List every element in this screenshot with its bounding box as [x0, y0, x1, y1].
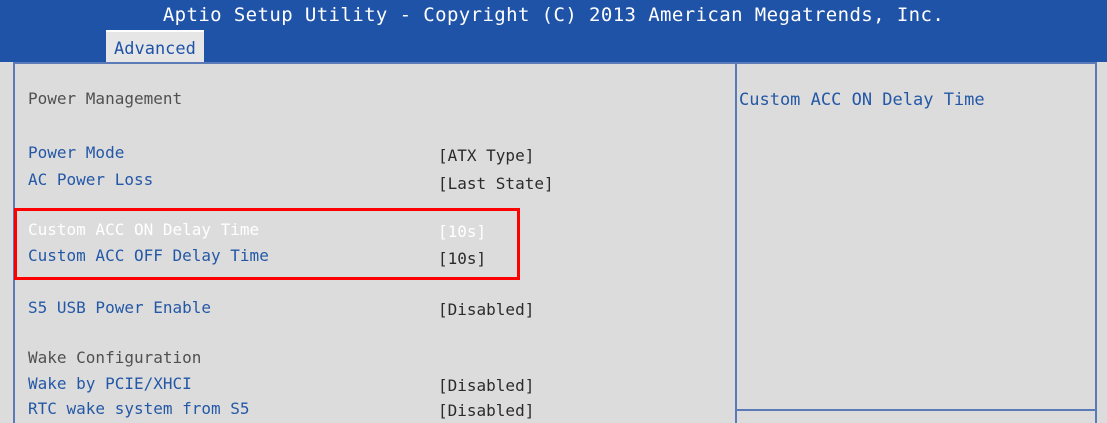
wake-pcie-label[interactable]: Wake by PCIE/XHCI [28, 374, 192, 393]
help-panel: Custom ACC ON Delay Time [735, 62, 1097, 423]
s5-usb-power-value[interactable]: [Disabled] [438, 300, 534, 319]
rtc-wake-label[interactable]: RTC wake system from S5 [28, 399, 250, 418]
wake-section-title: Wake Configuration [28, 348, 202, 367]
ac-power-loss-value[interactable]: [Last State] [438, 174, 554, 193]
header-bar: Aptio Setup Utility - Copyright (C) 2013… [0, 0, 1107, 62]
section-title: Power Management [28, 89, 183, 108]
tab-advanced[interactable]: Advanced [106, 30, 204, 62]
annotation-highlight-box [14, 208, 520, 280]
power-mode-value[interactable]: [ATX Type] [438, 146, 534, 165]
power-mode-label[interactable]: Power Mode [28, 143, 124, 162]
help-text: Custom ACC ON Delay Time [739, 90, 985, 110]
rtc-wake-value[interactable]: [Disabled] [438, 401, 534, 420]
help-divider [737, 409, 1095, 411]
window-title: Aptio Setup Utility - Copyright (C) 2013… [162, 4, 945, 26]
wake-pcie-value[interactable]: [Disabled] [438, 376, 534, 395]
s5-usb-power-label[interactable]: S5 USB Power Enable [28, 298, 211, 317]
ac-power-loss-label[interactable]: AC Power Loss [28, 170, 153, 189]
